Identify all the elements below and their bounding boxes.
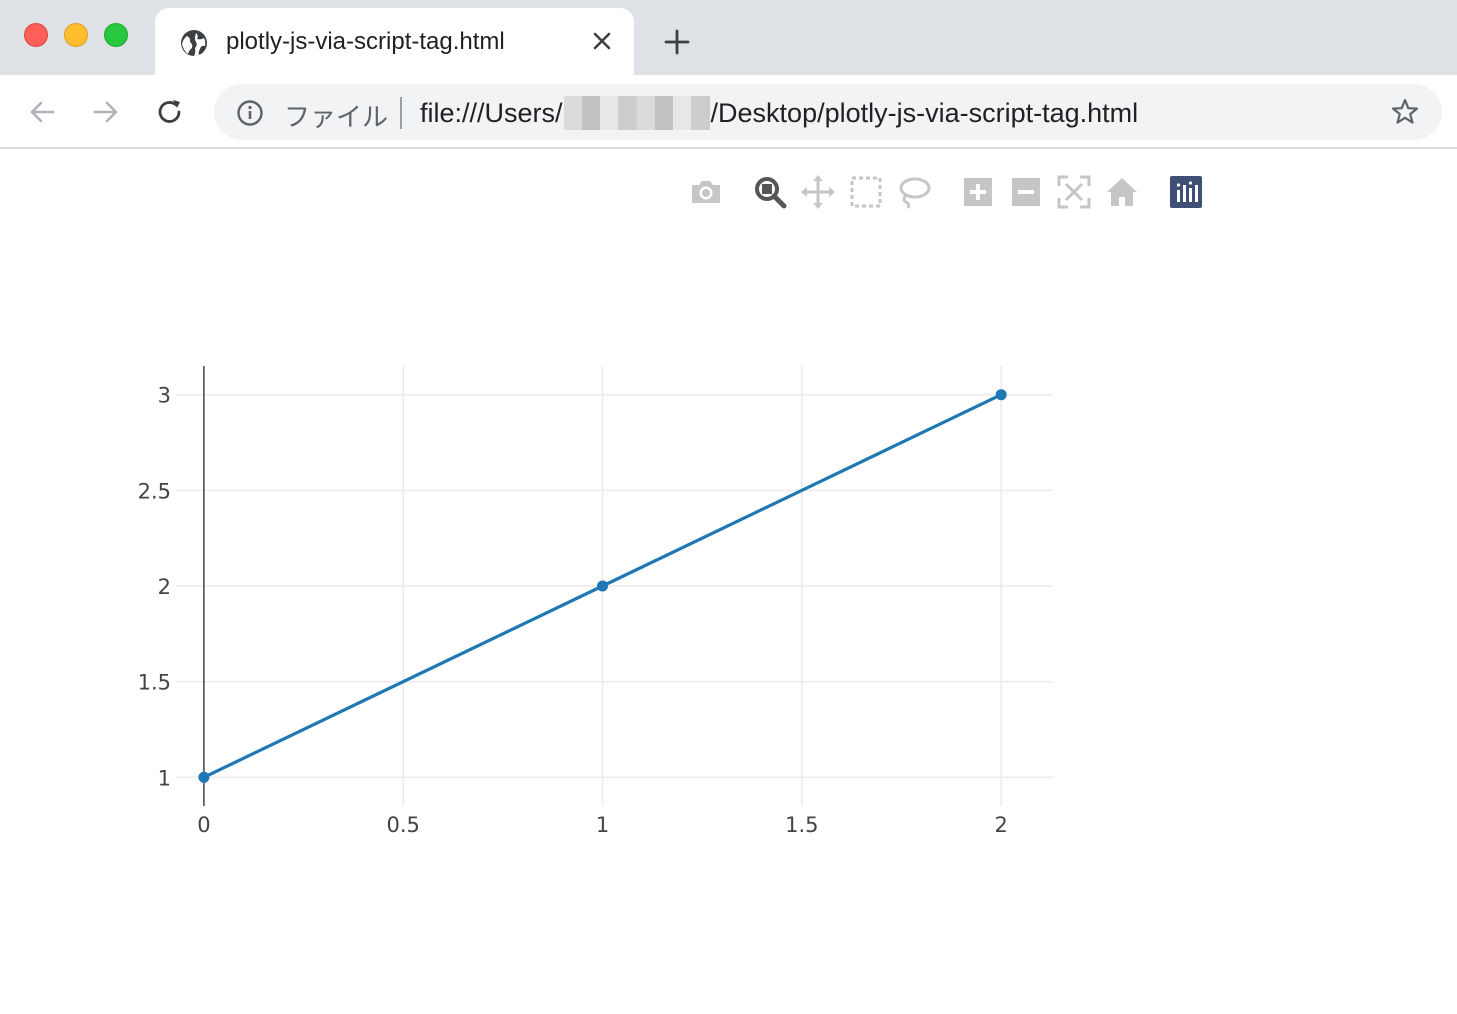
window-minimize-button[interactable] xyxy=(64,23,88,47)
lasso-select-icon[interactable] xyxy=(896,174,932,210)
line-chart[interactable]: 0 0.5 1 1.5 2 1 1.5 2 2.5 3 xyxy=(0,0,1457,1014)
pan-icon[interactable] xyxy=(800,174,836,210)
y-tick-label: 2 xyxy=(158,575,171,599)
series-trace-0[interactable] xyxy=(198,389,1007,783)
x-tick-label: 0.5 xyxy=(387,813,420,837)
reload-icon[interactable] xyxy=(153,95,187,129)
close-tab-icon[interactable] xyxy=(589,28,615,54)
grid-lines xyxy=(176,366,1053,806)
camera-icon[interactable] xyxy=(688,174,724,210)
globe-icon xyxy=(181,30,207,56)
x-tick-label: 0 xyxy=(197,813,210,837)
back-arrow-icon[interactable] xyxy=(25,95,59,129)
data-point[interactable] xyxy=(597,580,609,592)
x-tick-label: 2 xyxy=(994,813,1007,837)
url-text[interactable]: file:///Users/ /Desktop/plotly-js-via-sc… xyxy=(420,96,1138,130)
window-maximize-button[interactable] xyxy=(104,23,128,47)
url-suffix: /Desktop/plotly-js-via-script-tag.html xyxy=(710,97,1139,128)
forward-arrow-icon[interactable] xyxy=(89,95,123,129)
file-scheme-label: ファイル xyxy=(284,102,389,132)
url-prefix: file:///Users/ xyxy=(420,97,563,128)
y-tick-label: 1 xyxy=(158,766,171,790)
address-bar[interactable]: ファイル file:///Users/ /Desktop/plotly-js-v… xyxy=(214,84,1442,140)
y-tick-label: 2.5 xyxy=(138,479,171,503)
box-select-icon[interactable] xyxy=(848,174,884,210)
data-point[interactable] xyxy=(198,771,210,783)
plotly-logo-icon[interactable] xyxy=(1168,174,1204,210)
info-icon[interactable] xyxy=(235,98,265,128)
y-tick-label: 1.5 xyxy=(138,671,171,695)
window-close-button[interactable] xyxy=(24,23,48,47)
zoom-icon[interactable] xyxy=(752,174,788,210)
series-line[interactable] xyxy=(203,393,1002,779)
x-tick-label: 1 xyxy=(596,813,609,837)
tab-title: plotly-js-via-script-tag.html xyxy=(226,28,505,55)
tick-labels: 0 0.5 1 1.5 2 1 1.5 2 2.5 3 xyxy=(138,384,1008,837)
redacted-username xyxy=(563,96,710,130)
browser-toolbar: ファイル file:///Users/ /Desktop/plotly-js-v… xyxy=(0,75,1457,149)
address-divider xyxy=(400,97,402,129)
data-point[interactable] xyxy=(995,389,1007,401)
y-tick-label: 3 xyxy=(158,384,171,408)
new-tab-icon[interactable] xyxy=(662,27,692,57)
browser-tab[interactable]: plotly-js-via-script-tag.html xyxy=(155,8,634,75)
autoscale-icon[interactable] xyxy=(1056,174,1092,210)
zoom-out-icon[interactable] xyxy=(1008,174,1044,210)
reset-axes-icon[interactable] xyxy=(1104,174,1140,210)
x-tick-label: 1.5 xyxy=(785,813,818,837)
zoom-in-icon[interactable] xyxy=(960,174,996,210)
tab-bar: plotly-js-via-script-tag.html xyxy=(0,0,1457,75)
bookmark-star-icon[interactable] xyxy=(1389,96,1421,128)
